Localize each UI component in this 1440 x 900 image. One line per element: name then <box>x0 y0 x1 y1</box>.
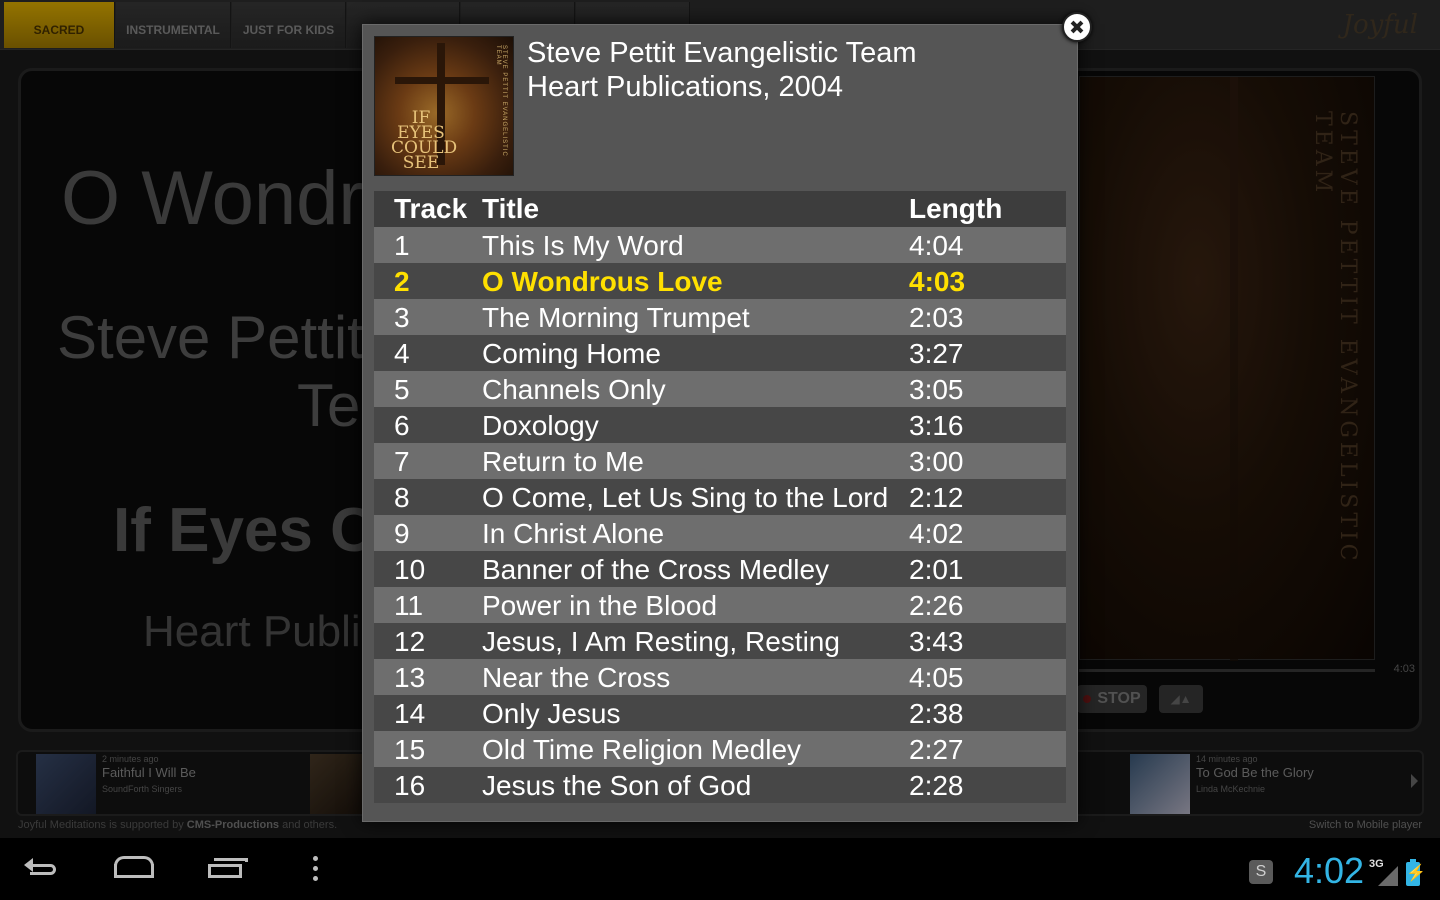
dialog-artist: Steve Pettit Evangelistic Team <box>527 37 917 69</box>
home-icon[interactable] <box>112 854 156 884</box>
recent-apps-icon[interactable] <box>204 854 248 884</box>
track-length: 3:27 <box>909 338 964 369</box>
track-number: 6 <box>394 410 410 441</box>
track-number: 3 <box>394 302 410 333</box>
track-number: 13 <box>394 662 426 693</box>
track-row[interactable]: 12 Jesus, I Am Resting, Resting 3:43 <box>374 623 1066 659</box>
track-number: 10 <box>394 554 426 585</box>
track-number: 11 <box>394 590 424 621</box>
header-title: Title <box>482 193 540 224</box>
track-number: 8 <box>394 482 410 513</box>
track-length: 2:26 <box>909 590 964 621</box>
header-track: Track <box>394 193 468 224</box>
track-row[interactable]: 14 Only Jesus 2:38 <box>374 695 1066 731</box>
track-rows: 1 This Is My Word 4:04 2 O Wondrous Love 4:03… <box>374 227 1066 803</box>
cover-side-text: STEVE PETTIT EVANGELISTIC TEAM <box>495 45 507 157</box>
track-row[interactable]: 3 The Morning Trumpet 2:03 <box>374 299 1066 335</box>
track-title: Jesus, I Am Resting, Resting <box>482 626 840 657</box>
track-row[interactable]: 8 O Come, Let Us Sing to the Lord 2:12 <box>374 479 1066 515</box>
track-row[interactable]: 15 Old Time Religion Medley 2:27 <box>374 731 1066 767</box>
notification-app-icon[interactable]: S <box>1249 860 1273 884</box>
track-length: 3:16 <box>909 410 964 441</box>
track-number: 2 <box>394 266 410 297</box>
app-window: SACRED INSTRUMENTAL JUST FOR KIDS Joyful… <box>0 0 1440 900</box>
track-title: Doxology <box>482 410 599 441</box>
cover-title: IF EYES COULD SEE <box>391 108 458 173</box>
track-number: 7 <box>394 446 410 477</box>
track-length: 4:04 <box>909 230 964 261</box>
track-row[interactable]: 2 O Wondrous Love 4:03 <box>374 263 1066 299</box>
track-title: Coming Home <box>482 338 661 369</box>
track-number: 4 <box>394 338 410 369</box>
track-table: Track Title Length 1 This Is My Word 4:04 2… <box>374 191 1066 803</box>
track-length: 4:03 <box>909 266 966 297</box>
overflow-menu-icon[interactable] <box>300 854 330 884</box>
track-number: 15 <box>394 734 426 765</box>
track-number: 1 <box>394 230 410 261</box>
track-title: Near the Cross <box>482 662 671 693</box>
track-title: In Christ Alone <box>482 518 665 549</box>
track-row[interactable]: 9 In Christ Alone 4:02 <box>374 515 1066 551</box>
track-row[interactable]: 7 Return to Me 3:00 <box>374 443 1066 479</box>
track-number: 14 <box>394 698 426 729</box>
status-clock[interactable]: 4:02 <box>1294 850 1364 892</box>
track-length: 2:01 <box>909 554 964 585</box>
track-row[interactable]: 1 This Is My Word 4:04 <box>374 227 1066 263</box>
track-length: 3:05 <box>909 374 964 405</box>
track-title: Old Time Religion Medley <box>482 734 802 765</box>
album-cover: IF EYES COULD SEE STEVE PETTIT EVANGELIS… <box>374 36 514 176</box>
signal-icon <box>1378 866 1398 886</box>
track-length: 3:00 <box>909 446 964 477</box>
track-title: This Is My Word <box>482 230 684 261</box>
track-title: Power in the Blood <box>482 590 718 621</box>
track-row[interactable]: 10 Banner of the Cross Medley 2:01 <box>374 551 1066 587</box>
system-nav-bar: S 4:02 3G ⚡ <box>0 838 1440 900</box>
track-row[interactable]: 13 Near the Cross 4:05 <box>374 659 1066 695</box>
track-title: Banner of the Cross Medley <box>482 554 830 585</box>
track-title: Channels Only <box>482 374 666 405</box>
track-row[interactable]: 16 Jesus the Son of God 2:28 <box>374 767 1066 803</box>
track-number: 9 <box>394 518 410 549</box>
close-icon[interactable] <box>1062 12 1092 42</box>
track-title: O Come, Let Us Sing to the Lord <box>482 482 889 513</box>
cover-cross-bar <box>395 77 489 84</box>
track-length: 2:28 <box>909 770 964 801</box>
track-number: 12 <box>394 626 426 657</box>
track-length: 2:03 <box>909 302 964 333</box>
track-title: The Morning Trumpet <box>482 302 750 333</box>
track-row[interactable]: 5 Channels Only 3:05 <box>374 371 1066 407</box>
track-length: 3:43 <box>909 626 964 657</box>
track-number: 5 <box>394 374 410 405</box>
track-table-header: Track Title Length <box>374 191 1066 227</box>
charging-icon: ⚡ <box>1406 865 1426 882</box>
back-icon[interactable] <box>22 854 66 884</box>
track-length: 4:05 <box>909 662 964 693</box>
track-length: 2:27 <box>909 734 964 765</box>
track-title: Jesus the Son of God <box>482 770 752 801</box>
track-row[interactable]: 4 Coming Home 3:27 <box>374 335 1066 371</box>
track-title: Only Jesus <box>482 698 621 729</box>
track-title: Return to Me <box>482 446 644 477</box>
track-number: 16 <box>394 770 426 801</box>
track-row[interactable]: 11 Power in the Blood 2:26 <box>374 587 1066 623</box>
header-length: Length <box>909 193 1003 224</box>
dialog-album-info: Heart Publications, 2004 <box>527 71 843 103</box>
track-length: 4:02 <box>909 518 964 549</box>
track-length: 2:12 <box>909 482 964 513</box>
track-length: 2:38 <box>909 698 964 729</box>
track-row[interactable]: 6 Doxology 3:16 <box>374 407 1066 443</box>
album-tracklist-dialog: IF EYES COULD SEE STEVE PETTIT EVANGELIS… <box>362 24 1078 822</box>
track-title: O Wondrous Love <box>482 266 723 297</box>
